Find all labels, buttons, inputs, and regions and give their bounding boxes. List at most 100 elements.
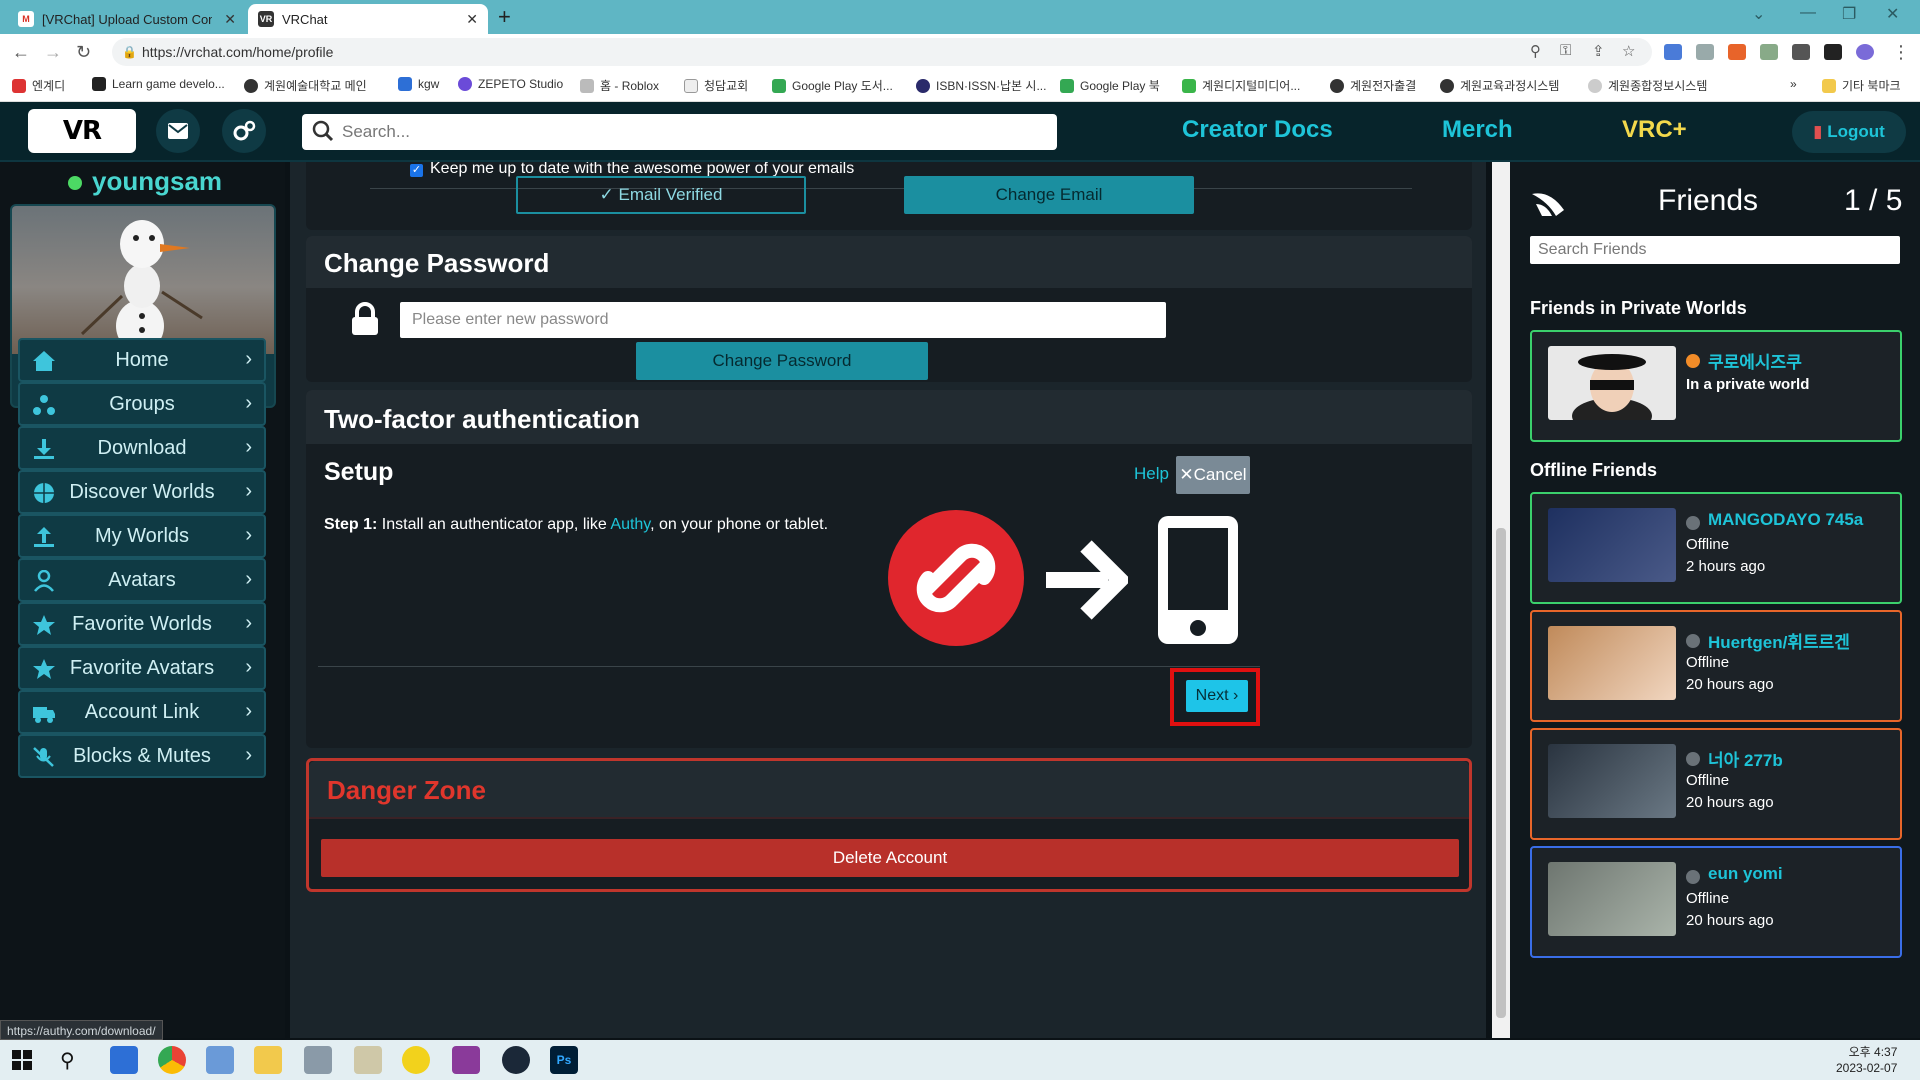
friends-search-input[interactable]: Search Friends (1530, 236, 1900, 264)
bookmark-item[interactable]: 계원종합정보시스템 (1588, 77, 1707, 94)
delete-account-button[interactable]: Delete Account (321, 839, 1459, 877)
key-icon[interactable]: ⚿ (1560, 42, 1571, 59)
puzzle-extension-icon[interactable] (1792, 44, 1810, 60)
bookmark-item[interactable]: Google Play 도서... (772, 77, 893, 94)
close-tab-icon[interactable]: ✕ (466, 11, 478, 28)
steam-icon[interactable] (502, 1046, 530, 1074)
sidebar-item-home[interactable]: Home › (18, 338, 266, 382)
friends-search-placeholder: Search Friends (1538, 241, 1647, 258)
taskbar-app-icon[interactable] (452, 1046, 480, 1074)
sidebar-item-account-link[interactable]: Account Link › (18, 690, 266, 734)
bookmark-folder[interactable]: 기타 북마크 (1822, 77, 1901, 94)
friend-name[interactable]: MANGODAYO 745a (1708, 510, 1863, 530)
sidebar-toggle-icon[interactable] (1824, 44, 1842, 60)
close-tab-icon[interactable]: ✕ (224, 11, 236, 28)
bookmark-item[interactable]: Learn game develo... (92, 77, 225, 91)
system-clock[interactable]: 오후 4:37 2023-02-07 (1836, 1044, 1897, 1076)
minimize-icon[interactable]: — (1800, 4, 1816, 22)
newsletter-checkbox[interactable]: ✓ (410, 164, 423, 177)
translate-extension-icon[interactable] (1664, 44, 1682, 60)
site-search-input[interactable]: Search... (302, 114, 1057, 150)
settings-button[interactable] (222, 109, 266, 153)
reload-icon[interactable]: ↻ (76, 42, 91, 63)
back-icon[interactable]: ← (12, 42, 30, 63)
new-tab-icon[interactable]: + (498, 4, 511, 30)
kakaotalk-icon[interactable] (402, 1046, 430, 1074)
browser-menu-icon[interactable]: ⋮ (1892, 42, 1910, 63)
sidebar-item-blocks-mutes[interactable]: Blocks & Mutes › (18, 734, 266, 778)
bookmarks-overflow[interactable]: » (1790, 77, 1797, 91)
creator-docs-link[interactable]: Creator Docs (1182, 116, 1333, 144)
bookmark-item[interactable]: ISBN·ISSN·납본 시... (916, 77, 1046, 94)
tab-search-icon[interactable]: ⌄ (1752, 4, 1765, 24)
bookmark-item[interactable]: 계원전자출결 (1330, 77, 1416, 94)
calculator-icon[interactable] (304, 1046, 332, 1074)
friend-card[interactable]: MANGODAYO 745a Offline 2 hours ago (1530, 492, 1902, 604)
vrchat-logo[interactable]: VR CHAT (28, 109, 136, 190)
bookmark-item[interactable]: 계원디지털미디어... (1182, 77, 1300, 94)
sidebar-item-favorite-avatars[interactable]: Favorite Avatars › (18, 646, 266, 690)
friend-card[interactable]: Huertgen/휘트르겐 Offline 20 hours ago (1530, 610, 1902, 722)
forward-icon[interactable]: → (44, 42, 62, 63)
sidebar-item-discover-worlds[interactable]: Discover Worlds › (18, 470, 266, 514)
sidebar-item-download[interactable]: Download › (18, 426, 266, 470)
photoshop-icon[interactable]: Ps (550, 1046, 578, 1074)
chrome-taskbar-icon[interactable] (158, 1046, 186, 1074)
bookmark-item[interactable]: kgw (398, 77, 439, 91)
change-password-button[interactable]: Change Password (636, 342, 928, 380)
cancel-button[interactable]: ✕Cancel (1176, 456, 1250, 494)
friend-last-seen: 20 hours ago (1686, 794, 1774, 811)
file-explorer-icon[interactable] (254, 1046, 282, 1074)
scrollbar-thumb[interactable] (1496, 528, 1506, 1018)
friend-name[interactable]: 너아 277b (1708, 746, 1783, 771)
share-icon[interactable]: ⇪ (1592, 42, 1605, 60)
taskbar-app-icon[interactable] (110, 1046, 138, 1074)
change-email-button[interactable]: Change Email (904, 176, 1194, 214)
browser-tab-vrchat[interactable]: VR VRChat ✕ (248, 4, 488, 34)
bookmark-item[interactable]: 계원예술대학교 메인 (244, 77, 367, 94)
friend-card[interactable]: 너아 277b Offline 20 hours ago (1530, 728, 1902, 840)
friend-name[interactable]: eun yomi (1708, 864, 1783, 884)
filter-extension-icon[interactable] (1760, 44, 1778, 60)
friend-card[interactable]: 쿠로에시즈쿠 In a private world (1530, 330, 1902, 442)
new-password-input[interactable]: Please enter new password (400, 302, 1166, 338)
taskbar-app-icon[interactable] (206, 1046, 234, 1074)
bookmark-item[interactable]: 계원교육과정시스템 (1440, 77, 1559, 94)
close-window-icon[interactable]: ✕ (1886, 4, 1899, 24)
bookmark-item[interactable]: 엔계디 (12, 77, 65, 94)
sidebar-item-avatars[interactable]: Avatars › (18, 558, 266, 602)
taskbar-search-icon[interactable]: ⚲ (60, 1048, 75, 1073)
profile-avatar-icon[interactable] (1856, 44, 1874, 60)
friend-name[interactable]: Huertgen/휘트르겐 (1708, 628, 1850, 653)
next-button[interactable]: Next › (1186, 680, 1248, 712)
bookmark-item[interactable]: Google Play 북 (1060, 77, 1160, 94)
authy-link[interactable]: Authy (610, 516, 650, 533)
main-scrollbar[interactable] (1492, 162, 1510, 1038)
email-verified-button[interactable]: ✓ Email Verified (516, 176, 806, 214)
taskbar-app-icon[interactable] (354, 1046, 382, 1074)
sidebar-item-my-worlds[interactable]: My Worlds › (18, 514, 266, 558)
vrc-plus-link[interactable]: VRC+ (1622, 116, 1687, 144)
username[interactable]: youngsam (92, 166, 222, 197)
bookmark-icon (916, 78, 930, 93)
windows-start-icon[interactable] (12, 1050, 32, 1070)
bookmark-item[interactable]: ZEPETO Studio (458, 77, 563, 91)
logout-button[interactable]: ▮ Logout (1792, 111, 1906, 153)
sidebar-item-label: Favorite Avatars (69, 656, 215, 679)
friend-card[interactable]: eun yomi Offline 20 hours ago (1530, 846, 1902, 958)
ex-extension-icon[interactable] (1728, 44, 1746, 60)
bookmark-item[interactable]: 홈 - Roblox (580, 77, 659, 94)
bookmark-star-icon[interactable]: ☆ (1622, 42, 1635, 60)
friend-name[interactable]: 쿠로에시즈쿠 (1708, 348, 1802, 373)
restore-icon[interactable]: ❐ (1842, 4, 1856, 24)
messages-button[interactable] (156, 109, 200, 153)
browser-tab-gmail[interactable]: M [VRChat] Upload Custom Conte ✕ (8, 4, 246, 34)
help-link[interactable]: Help (1134, 464, 1169, 484)
zoom-icon[interactable]: ⚲ (1530, 42, 1541, 60)
camera-extension-icon[interactable] (1696, 44, 1714, 60)
sidebar-item-groups[interactable]: Groups › (18, 382, 266, 426)
url-field[interactable]: 🔒 https://vrchat.com/home/profile (112, 38, 1652, 66)
bookmark-item[interactable]: 청담교회 (684, 77, 748, 94)
merch-link[interactable]: Merch (1442, 116, 1513, 144)
sidebar-item-favorite-worlds[interactable]: Favorite Worlds › (18, 602, 266, 646)
